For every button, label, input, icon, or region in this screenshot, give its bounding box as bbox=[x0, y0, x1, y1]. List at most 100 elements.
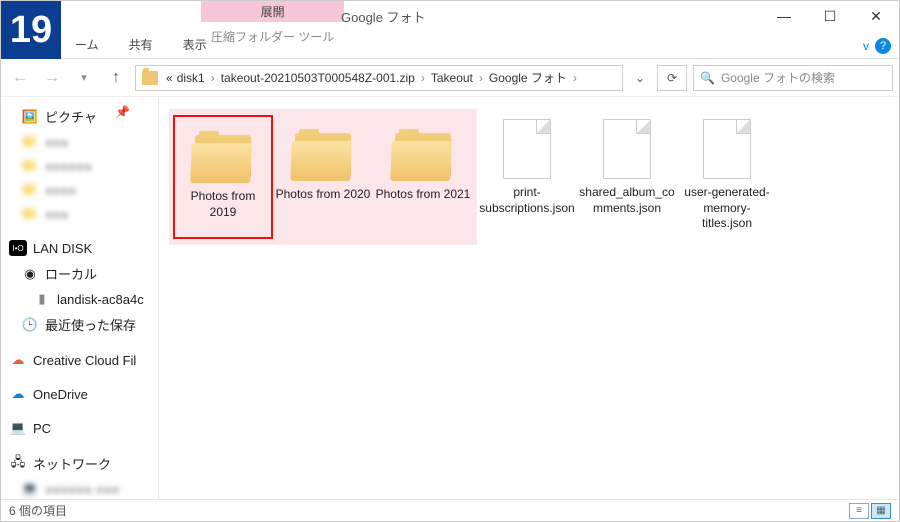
sidebar-item-label: ローカル bbox=[45, 264, 97, 283]
search-input[interactable]: 🔍 Google フォトの検索 bbox=[693, 65, 893, 91]
address-bar: ← → ▾ ↑ « disk1 › takeout-20210503T00054… bbox=[1, 59, 899, 97]
file-item[interactable]: user-generated-memory-titles.json bbox=[677, 109, 777, 236]
tab-share[interactable]: 共有 bbox=[123, 32, 159, 57]
up-button[interactable]: ↑ bbox=[103, 65, 129, 91]
close-button[interactable]: ✕ bbox=[853, 1, 899, 31]
breadcrumb[interactable]: « disk1 › takeout-20210503T000548Z-001.z… bbox=[135, 65, 623, 91]
folder-icon: 📁 bbox=[21, 134, 39, 150]
sidebar-item-landisk[interactable]: I•O LAN DISK bbox=[1, 236, 158, 260]
clock-icon: 🕒 bbox=[21, 317, 39, 333]
nas-icon: ▮ bbox=[33, 291, 51, 307]
item-label: print-subscriptions.json bbox=[479, 185, 575, 229]
chevron-right-icon: › bbox=[477, 71, 485, 85]
icons-view-button[interactable]: ▦ bbox=[871, 503, 891, 519]
onedrive-icon: ☁ bbox=[9, 386, 27, 402]
titlebar: 19 ーム 共有 表示 展開 圧縮フォルダー ツール Google フォト — … bbox=[1, 1, 899, 59]
file-icon bbox=[503, 119, 551, 179]
help-icon[interactable]: ? bbox=[875, 38, 891, 54]
context-label: 展開 bbox=[201, 1, 344, 22]
breadcrumb-part[interactable]: Takeout bbox=[431, 71, 473, 85]
breadcrumb-part[interactable]: Google フォト bbox=[489, 69, 567, 86]
sidebar-item-pictures[interactable]: 🖼️ ピクチャ bbox=[1, 103, 158, 130]
search-placeholder: Google フォトの検索 bbox=[721, 69, 835, 86]
search-icon: 🔍 bbox=[700, 71, 715, 85]
sidebar-item-label: OneDrive bbox=[33, 387, 88, 402]
context-tab[interactable]: 圧縮フォルダー ツール bbox=[201, 22, 344, 51]
forward-button[interactable]: → bbox=[39, 65, 65, 91]
network-icon: 🖧 bbox=[9, 456, 27, 472]
breadcrumb-lead: « bbox=[166, 71, 173, 85]
maximize-button[interactable]: ☐ bbox=[807, 1, 853, 31]
breadcrumb-part[interactable]: takeout-20210503T000548Z-001.zip bbox=[221, 71, 415, 85]
folder-icon bbox=[142, 71, 158, 85]
file-list[interactable]: Photos from 2019 Photos from 2020 Photos… bbox=[159, 97, 899, 499]
file-item[interactable]: print-subscriptions.json bbox=[477, 109, 577, 233]
chevron-right-icon: › bbox=[419, 71, 427, 85]
chevron-right-icon: › bbox=[209, 71, 217, 85]
creative-cloud-icon: ☁ bbox=[9, 352, 27, 368]
breadcrumb-history-dropdown[interactable]: ⌄ bbox=[629, 71, 651, 85]
sidebar-item-label: LAN DISK bbox=[33, 241, 92, 256]
window-title: Google フォト bbox=[341, 7, 426, 26]
sidebar-item-blurred[interactable]: 📁●●●● bbox=[1, 178, 158, 202]
sidebar-item-local[interactable]: ◉ ローカル bbox=[1, 260, 158, 287]
sidebar-item-pc[interactable]: 💻 PC bbox=[1, 416, 158, 440]
pictures-icon: 🖼️ bbox=[21, 109, 39, 125]
folder-item[interactable]: Photos from 2021 bbox=[373, 115, 473, 239]
sidebar-item-label: ネットワーク bbox=[33, 454, 111, 473]
main-area: 📌 🖼️ ピクチャ 📁●●● 📁●●●●●● 📁●●●● 📁●●● I•O LA… bbox=[1, 97, 899, 499]
file-icon bbox=[703, 119, 751, 179]
sidebar-item-blurred[interactable]: 📁●●●●●● bbox=[1, 154, 158, 178]
breadcrumb-part[interactable]: disk1 bbox=[177, 71, 205, 85]
sidebar-item-blurred[interactable]: 📁●●● bbox=[1, 130, 158, 154]
tab-home[interactable]: ーム bbox=[69, 32, 105, 57]
sidebar-item-creative-cloud[interactable]: ☁ Creative Cloud Fil bbox=[1, 348, 158, 372]
sidebar-item-blurred[interactable]: 📁●●● bbox=[1, 202, 158, 226]
sidebar-item-label: ピクチャ bbox=[45, 107, 97, 126]
computer-icon: 💻 bbox=[21, 481, 39, 497]
window-controls: — ☐ ✕ bbox=[761, 1, 899, 31]
view-toggles: ≡ ▦ bbox=[849, 503, 891, 519]
sidebar-item-blurred[interactable]: 💻●●●●●● ●●● bbox=[1, 477, 158, 499]
ribbon-tabs: ーム 共有 表示 bbox=[61, 30, 221, 58]
sidebar-item-label: landisk-ac8a4c bbox=[57, 292, 144, 307]
chevron-right-icon: › bbox=[571, 71, 579, 85]
folder-icon: 📁 bbox=[21, 182, 39, 198]
back-button[interactable]: ← bbox=[7, 65, 33, 91]
item-label: shared_album_comments.json bbox=[579, 185, 675, 229]
sidebar-item-recent[interactable]: 🕒 最近使った保存 bbox=[1, 311, 158, 338]
item-label: Photos from 2019 bbox=[177, 189, 269, 233]
file-icon bbox=[603, 119, 651, 179]
item-label: Photos from 2021 bbox=[375, 187, 471, 231]
folder-item[interactable]: Photos from 2020 bbox=[273, 115, 373, 239]
ribbon-collapse-icon[interactable]: v bbox=[863, 39, 869, 53]
file-item[interactable]: shared_album_comments.json bbox=[577, 109, 677, 233]
sidebar-item-label: 最近使った保存 bbox=[45, 315, 136, 334]
details-view-button[interactable]: ≡ bbox=[849, 503, 869, 519]
item-label: user-generated-memory-titles.json bbox=[679, 185, 775, 232]
status-bar: 6 個の項目 ≡ ▦ bbox=[1, 499, 899, 521]
ribbon-right-controls: v ? bbox=[863, 38, 891, 54]
step-badge: 19 bbox=[1, 1, 61, 59]
navigation-pane: 📌 🖼️ ピクチャ 📁●●● 📁●●●●●● 📁●●●● 📁●●● I•O LA… bbox=[1, 97, 159, 499]
sidebar-item-landisk-node[interactable]: ▮ landisk-ac8a4c bbox=[1, 287, 158, 311]
sidebar-item-label: Creative Cloud Fil bbox=[33, 353, 136, 368]
sidebar-item-onedrive[interactable]: ☁ OneDrive bbox=[1, 382, 158, 406]
folder-item[interactable]: Photos from 2019 bbox=[173, 115, 273, 239]
sidebar-item-label: PC bbox=[33, 421, 51, 436]
folder-icon bbox=[191, 131, 255, 183]
folder-icon: 📁 bbox=[21, 158, 39, 174]
pc-icon: 💻 bbox=[9, 420, 27, 436]
recent-dropdown[interactable]: ▾ bbox=[71, 65, 97, 91]
folder-icon bbox=[291, 129, 355, 181]
folder-icon: 📁 bbox=[21, 206, 39, 222]
item-label: Photos from 2020 bbox=[275, 187, 371, 231]
folder-icon bbox=[391, 129, 455, 181]
item-count: 6 個の項目 bbox=[9, 502, 67, 519]
minimize-button[interactable]: — bbox=[761, 1, 807, 31]
sidebar-item-network[interactable]: 🖧 ネットワーク bbox=[1, 450, 158, 477]
pin-icon[interactable]: 📌 bbox=[115, 105, 130, 119]
selection-highlight: Photos from 2019 Photos from 2020 Photos… bbox=[169, 109, 477, 245]
local-icon: ◉ bbox=[21, 266, 39, 282]
refresh-button[interactable]: ⟳ bbox=[657, 65, 687, 91]
